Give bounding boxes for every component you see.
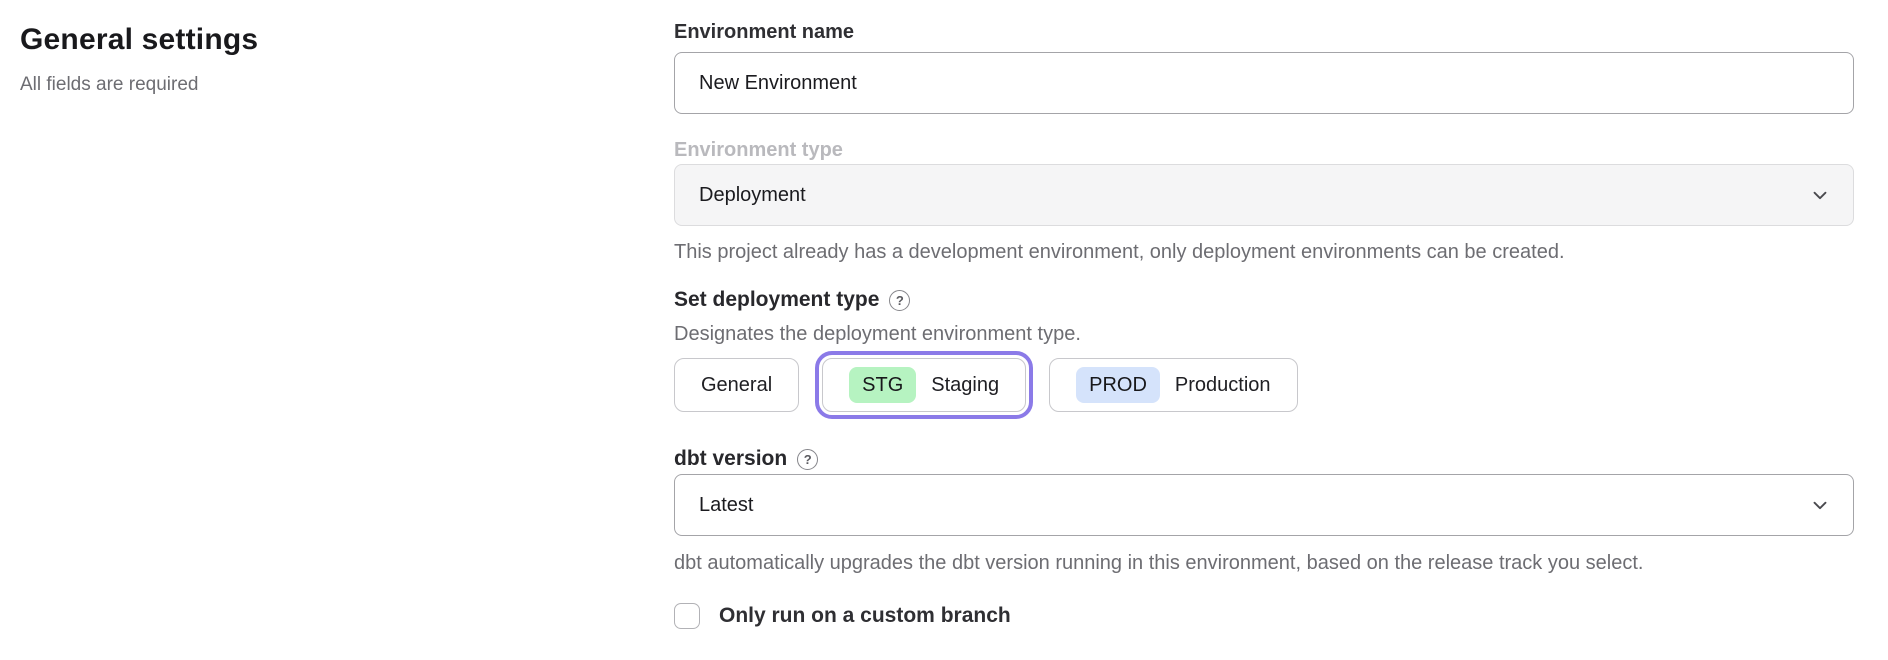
page-title: General settings [20,22,620,58]
chevron-down-icon [1809,494,1831,516]
environment-type-select: Deployment [674,164,1854,226]
dbt-version-title: dbt version [674,446,787,472]
deployment-type-title: Set deployment type [674,287,879,313]
dbt-version-helper: dbt automatically upgrades the dbt versi… [674,550,1854,576]
general-label: General [701,374,772,397]
deployment-type-options: General STG Staging PROD Production [674,358,1854,412]
help-icon[interactable]: ? [797,449,818,470]
environment-type-label: Environment type [674,138,1854,162]
deployment-type-staging-button[interactable]: STG Staging [822,358,1026,412]
deployment-type-production-button[interactable]: PROD Production [1049,358,1297,412]
chevron-down-icon [1809,184,1831,206]
dbt-version-select[interactable]: Latest [674,474,1854,536]
deployment-type-heading: Set deployment type ? [674,287,1854,313]
custom-branch-checkbox[interactable] [674,603,700,629]
dbt-version-value: Latest [699,494,753,517]
dbt-version-heading: dbt version ? [674,446,1854,472]
general-settings-intro: General settings All fields are required [20,22,620,97]
environment-settings-page: General settings All fields are required… [0,0,1888,660]
help-icon[interactable]: ? [889,290,910,311]
environment-name-label: Environment name [674,20,1854,44]
staging-badge: STG [849,367,916,403]
environment-name-input[interactable] [674,52,1854,114]
custom-branch-label: Only run on a custom branch [719,604,1011,628]
production-label: Production [1175,374,1271,397]
deployment-type-general-button[interactable]: General [674,358,799,412]
staging-label: Staging [931,374,999,397]
environment-form: Environment name Environment type Deploy… [674,0,1854,629]
environment-type-helper: This project already has a development e… [674,239,1854,265]
environment-type-value: Deployment [699,184,806,207]
deployment-type-helper: Designates the deployment environment ty… [674,321,1854,347]
page-subtitle: All fields are required [20,73,620,97]
production-badge: PROD [1076,367,1160,403]
custom-branch-row: Only run on a custom branch [674,603,1854,629]
